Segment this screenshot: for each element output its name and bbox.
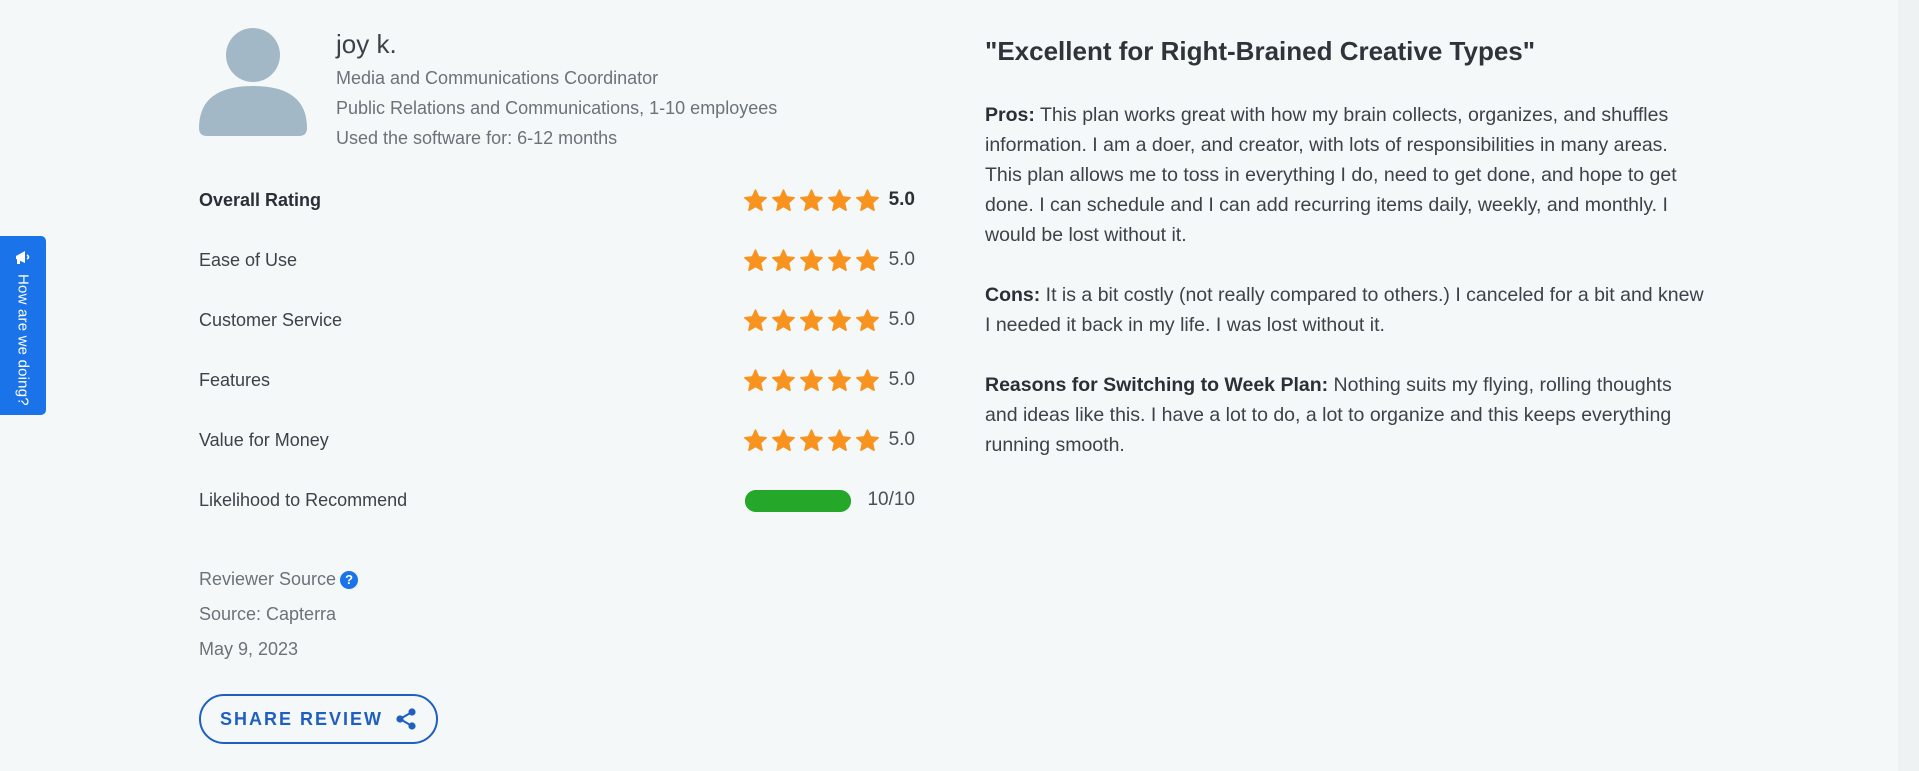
- rating-label: Features: [199, 369, 271, 390]
- pros-text: This plan works great with how my brain …: [985, 104, 1677, 246]
- star-icon: [800, 248, 823, 271]
- star-icon: [856, 368, 879, 391]
- rating-value: 5.0: [888, 309, 915, 330]
- review-switching: Reasons for Switching to Week Plan: Noth…: [985, 370, 1705, 460]
- share-review-button[interactable]: SHARE REVIEW: [199, 694, 438, 744]
- rating-row: Customer Service 5.0: [199, 305, 915, 335]
- star-icon: [744, 248, 767, 271]
- star-rating: [743, 365, 880, 395]
- recommend-value: 10/10: [867, 489, 915, 510]
- star-icon: [828, 248, 851, 271]
- feedback-tab[interactable]: How are we doing?: [0, 236, 46, 415]
- rating-value: 5.0: [888, 249, 915, 270]
- rating-label: Value for Money: [199, 429, 329, 450]
- share-review-label: SHARE REVIEW: [219, 708, 384, 729]
- recommend-label: Likelihood to Recommend: [199, 489, 408, 510]
- reviewer-title: Media and Communications Coordinator: [336, 68, 659, 88]
- reviewer-usage: Used the software for: 6-12 months: [336, 128, 618, 148]
- star-icon: [828, 188, 851, 211]
- rating-row: Ease of Use 5.0: [199, 245, 915, 275]
- star-icon: [800, 188, 823, 211]
- share-icon: [396, 708, 416, 730]
- reviewer-source-label: Reviewer Source: [199, 569, 337, 589]
- review-pros: Pros: This plan works great with how my …: [985, 100, 1705, 250]
- star-icon: [800, 368, 823, 391]
- star-rating: [743, 425, 880, 455]
- star-icon: [800, 308, 823, 331]
- cons-text: It is a bit costly (not really compared …: [985, 284, 1704, 336]
- rating-value: 5.0: [888, 369, 915, 390]
- review-date: May 9, 2023: [199, 639, 299, 659]
- pros-label: Pros:: [985, 104, 1035, 126]
- star-icon: [856, 308, 879, 331]
- source-name: Source: Capterra: [199, 604, 337, 624]
- recommend-bar: [745, 490, 851, 512]
- reviewer-source: Reviewer Source?: [199, 569, 359, 590]
- review-title: "Excellent for Right-Brained Creative Ty…: [985, 36, 1536, 66]
- help-icon[interactable]: ?: [340, 571, 359, 589]
- star-icon: [772, 368, 795, 391]
- star-rating: [743, 305, 880, 335]
- star-icon: [856, 188, 879, 211]
- star-icon: [772, 248, 795, 271]
- rating-value: 5.0: [888, 429, 915, 450]
- star-icon: [744, 188, 767, 211]
- star-icon: [828, 368, 851, 391]
- rating-row: Overall Rating 5.0: [199, 185, 915, 215]
- rating-value: 5.0: [888, 189, 915, 210]
- rating-label: Customer Service: [199, 309, 343, 330]
- star-icon: [772, 308, 795, 331]
- star-icon: [744, 368, 767, 391]
- recommend-row: Likelihood to Recommend 10/10: [199, 485, 915, 515]
- megaphone-icon: [16, 251, 30, 264]
- rating-row: Features 5.0: [199, 365, 915, 395]
- star-icon: [744, 428, 767, 451]
- rating-label: Overall Rating: [199, 189, 322, 210]
- reviewer-name: joy k.: [336, 29, 397, 59]
- review-cons: Cons: It is a bit costly (not really com…: [985, 280, 1705, 340]
- switching-label: Reasons for Switching to Week Plan:: [985, 374, 1329, 396]
- star-icon: [856, 248, 879, 271]
- page-scrollbar[interactable]: [1898, 0, 1919, 771]
- star-icon: [856, 428, 879, 451]
- rating-row: Value for Money 5.0: [199, 425, 915, 455]
- cons-label: Cons:: [985, 284, 1041, 306]
- recommend-bar-fill: [745, 490, 851, 512]
- star-icon: [800, 428, 823, 451]
- reviewer-industry: Public Relations and Communications, 1-1…: [336, 98, 778, 118]
- avatar-icon: [199, 28, 307, 136]
- rating-label: Ease of Use: [199, 249, 298, 270]
- star-rating: [743, 185, 880, 215]
- star-icon: [744, 308, 767, 331]
- feedback-tab-label: How are we doing?: [14, 274, 32, 406]
- star-icon: [772, 428, 795, 451]
- star-icon: [772, 188, 795, 211]
- star-icon: [828, 428, 851, 451]
- star-icon: [828, 308, 851, 331]
- star-rating: [743, 245, 880, 275]
